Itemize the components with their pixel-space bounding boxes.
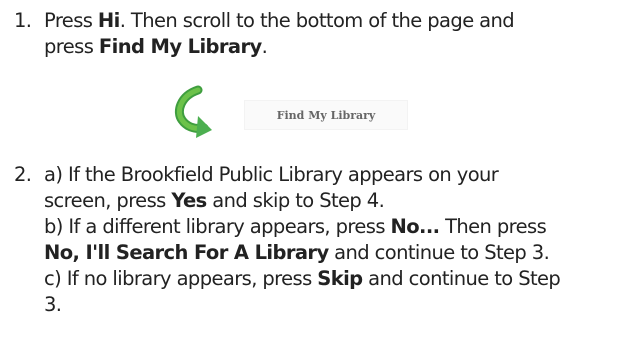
text: Press — [44, 9, 98, 32]
step-2-line-3: b) If a different library appears, press… — [44, 214, 560, 240]
step-2-line-1: a) If the Brookfield Public Library appe… — [44, 163, 499, 186]
step-2-line-5: c) If no library appears, press Skip and… — [44, 266, 561, 292]
step-2-line-6: 3. — [44, 293, 62, 316]
step-number: 2. — [14, 163, 32, 186]
bold-text: Find My Library — [98, 35, 262, 58]
bold-text: Hi — [97, 9, 120, 32]
text: . — [261, 35, 268, 58]
text: and skip to Step 4. — [206, 189, 385, 212]
text: and continue to Step — [362, 267, 561, 290]
text: . Then scroll to the bottom of the page … — [119, 9, 515, 32]
step-1: 1. Press Hi. Then scroll to the bottom o… — [14, 8, 614, 64]
find-my-library-button[interactable]: Find My Library — [244, 100, 408, 130]
text: c) If no library appears, press — [44, 267, 318, 290]
step-1-line-1: Press Hi. Then scroll to the bottom of t… — [44, 8, 515, 34]
step-2-text: a) If the Brookfield Public Library appe… — [44, 162, 561, 318]
text: b) If a different library appears, press — [44, 215, 391, 238]
find-my-library-illustration: Find My Library — [160, 84, 420, 146]
bold-text: No, I'll Search For A Library — [44, 241, 329, 264]
bold-text: No... — [390, 215, 441, 238]
text: press — [44, 35, 99, 58]
step-2-line-2: screen, press Yes and skip to Step 4. — [44, 188, 560, 214]
step-number: 1. — [14, 9, 32, 32]
step-1-line-2: press Find My Library. — [44, 34, 514, 60]
text: Then press — [439, 215, 547, 238]
bold-text: Yes — [171, 189, 207, 212]
step-2-line-4: No, I'll Search For A Library and contin… — [44, 240, 560, 266]
text: and continue to Step 3. — [328, 241, 550, 264]
text: screen, press — [44, 189, 172, 212]
bold-text: Skip — [317, 267, 363, 290]
curved-arrow-icon — [174, 85, 212, 138]
step-2: 2. a) If the Brookfield Public Library a… — [14, 162, 626, 342]
step-1-text: Press Hi. Then scroll to the bottom of t… — [44, 8, 515, 60]
